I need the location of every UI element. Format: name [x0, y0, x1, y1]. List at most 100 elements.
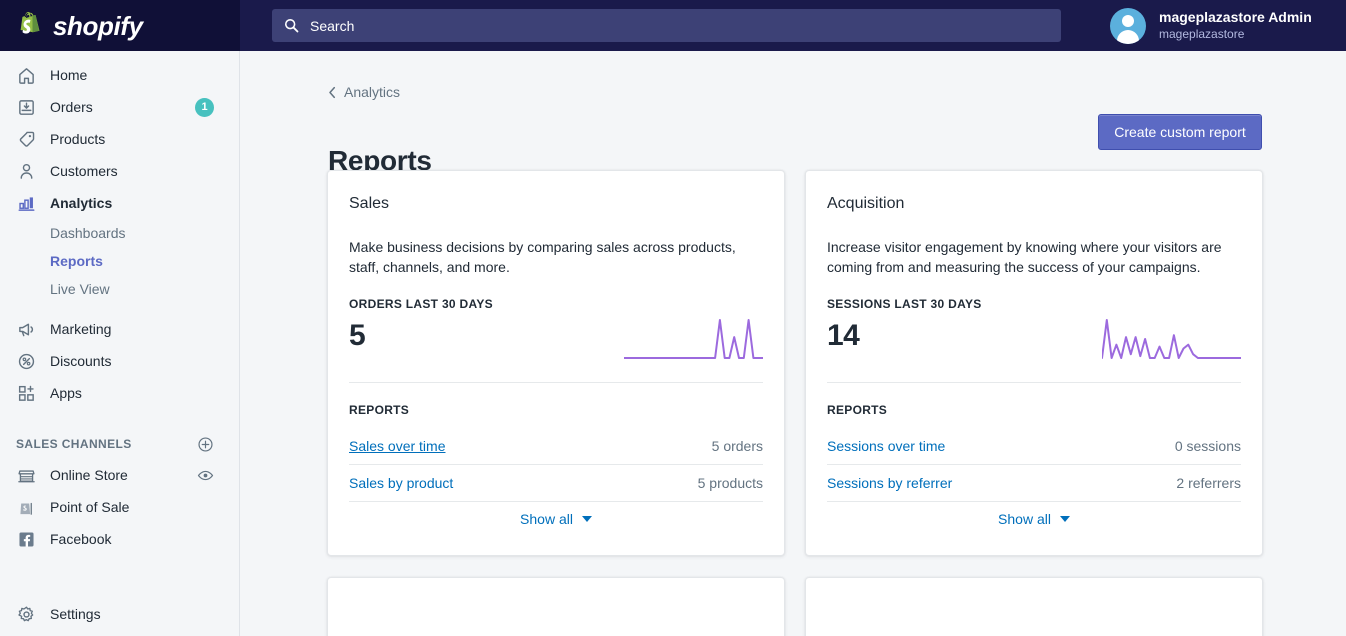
sidebar-label: Online Store	[50, 467, 128, 483]
sales-sparkline	[624, 319, 763, 359]
user-avatar-icon	[1110, 7, 1146, 44]
report-row[interactable]: Sales by product 5 products	[349, 465, 763, 502]
sales-card: Sales Make business decisions by compari…	[327, 170, 785, 556]
sidebar-label: Apps	[50, 385, 82, 401]
metric-value: 5	[349, 319, 366, 352]
plus-circle-icon[interactable]	[197, 436, 214, 453]
account-store: mageplazastore	[1159, 26, 1245, 41]
chevron-down-icon	[1059, 516, 1070, 522]
orders-count-badge: 1	[195, 97, 214, 117]
sidebar-label: Settings	[50, 606, 101, 622]
report-count: 0 sessions	[1174, 438, 1241, 454]
sidebar-label: Facebook	[50, 531, 112, 547]
online-store-icon	[16, 465, 36, 485]
settings-gear-icon	[16, 604, 36, 624]
sidebar-label: Marketing	[50, 321, 112, 337]
chevron-left-icon	[328, 86, 337, 99]
sidebar-label: Point of Sale	[50, 499, 130, 515]
search-bar[interactable]	[272, 9, 1061, 42]
card-description: Make business decisions by comparing sal…	[349, 239, 736, 275]
customers-card: Customers	[327, 577, 785, 636]
sidebar-item-customers[interactable]: Customers	[0, 155, 239, 187]
search-input[interactable]	[310, 17, 1010, 34]
sidebar-subitem-dashboards[interactable]: Dashboards	[0, 219, 239, 247]
sidebar-item-home[interactable]: Home	[0, 59, 239, 91]
behavior-card: Behavior	[805, 577, 1263, 636]
report-count: 5 orders	[711, 438, 763, 454]
show-all-button[interactable]: Show all	[806, 511, 1262, 527]
analytics-bar-chart-icon	[16, 193, 36, 213]
report-link[interactable]: Sales over time	[349, 438, 445, 454]
reports-label: REPORTS	[349, 403, 410, 417]
sidebar-item-marketing[interactable]: Marketing	[0, 313, 239, 345]
sidebar-item-apps[interactable]: Apps	[0, 377, 239, 409]
account-menu[interactable]: mageplazastore Admin mageplazastore	[1096, 0, 1346, 51]
sidebar: Home Orders 1 Products Customers Analyti…	[0, 51, 240, 636]
sidebar-item-analytics[interactable]: Analytics	[0, 187, 239, 219]
metric-divider	[827, 382, 1241, 383]
sidebar-item-products[interactable]: Products	[0, 123, 239, 155]
report-link[interactable]: Sessions by referrer	[827, 475, 952, 491]
report-row[interactable]: Sessions over time 0 sessions	[827, 428, 1241, 465]
sidebar-sublabel: Reports	[50, 253, 103, 269]
sidebar-item-settings[interactable]: Settings	[0, 598, 239, 630]
sidebar-item-orders[interactable]: Orders 1	[0, 91, 239, 123]
card-description: Increase visitor engagement by knowing w…	[827, 239, 1222, 275]
sidebar-item-discounts[interactable]: Discounts	[0, 345, 239, 377]
sidebar-sublabel: Dashboards	[50, 225, 126, 241]
sidebar-label: Home	[50, 67, 88, 83]
point-of-sale-bag-icon	[16, 497, 36, 517]
shopify-bag-logo-icon	[18, 11, 44, 40]
breadcrumb-label: Analytics	[344, 84, 401, 100]
products-tag-icon	[16, 129, 36, 149]
acquisition-card: Acquisition Increase visitor engagement …	[805, 170, 1263, 556]
metric-label: ORDERS LAST 30 DAYS	[349, 297, 493, 311]
report-count: 5 products	[697, 475, 763, 491]
show-all-label: Show all	[998, 511, 1051, 527]
chevron-down-icon	[581, 516, 592, 522]
report-link[interactable]: Sales by product	[349, 475, 453, 491]
marketing-megaphone-icon	[16, 319, 36, 339]
create-custom-report-button[interactable]: Create custom report	[1098, 114, 1262, 150]
brand-wordmark: shopify	[53, 10, 143, 41]
report-row[interactable]: Sessions by referrer 2 referrers	[827, 465, 1241, 502]
sidebar-item-point-of-sale[interactable]: Point of Sale	[0, 491, 239, 523]
apps-grid-plus-icon	[16, 383, 36, 403]
metric-value: 14	[827, 319, 860, 352]
show-all-label: Show all	[520, 511, 573, 527]
discounts-percent-icon	[16, 351, 36, 371]
customers-person-icon	[16, 161, 36, 181]
top-bar: shopify mageplazastore Admin mageplazast…	[0, 0, 1346, 51]
home-icon	[16, 65, 36, 85]
main-content: Analytics Reports Create custom report S…	[241, 51, 1346, 636]
sales-channels-label: SALES CHANNELS	[16, 437, 132, 451]
sidebar-item-facebook[interactable]: Facebook	[0, 523, 239, 555]
card-title: Acquisition	[827, 195, 905, 212]
facebook-icon	[16, 529, 36, 549]
acquisition-sparkline	[1102, 319, 1241, 359]
card-title: Sales	[349, 195, 390, 212]
sidebar-subitem-reports[interactable]: Reports	[0, 247, 239, 275]
report-link[interactable]: Sessions over time	[827, 438, 945, 454]
sidebar-sublabel: Live View	[50, 281, 110, 297]
sidebar-label: Analytics	[50, 195, 113, 211]
orders-icon	[16, 97, 36, 117]
sidebar-label: Orders	[50, 99, 93, 115]
sidebar-label: Discounts	[50, 353, 112, 369]
shopify-brand[interactable]: shopify	[0, 0, 240, 51]
eye-icon[interactable]	[197, 467, 214, 484]
sidebar-subitem-live-view[interactable]: Live View	[0, 275, 239, 303]
report-row[interactable]: Sales over time 5 orders	[349, 428, 763, 465]
reports-label: REPORTS	[827, 403, 888, 417]
search-icon	[284, 18, 299, 33]
account-name: mageplazastore Admin	[1159, 9, 1312, 26]
report-count: 2 referrers	[1176, 475, 1241, 491]
metric-label: SESSIONS LAST 30 DAYS	[827, 297, 982, 311]
metric-divider	[349, 382, 763, 383]
sidebar-label: Products	[50, 131, 106, 147]
breadcrumb[interactable]: Analytics	[328, 84, 400, 100]
show-all-button[interactable]: Show all	[328, 511, 784, 527]
sidebar-item-online-store[interactable]: Online Store	[0, 459, 239, 491]
sales-channels-heading: SALES CHANNELS	[0, 429, 239, 459]
sidebar-label: Customers	[50, 163, 118, 179]
